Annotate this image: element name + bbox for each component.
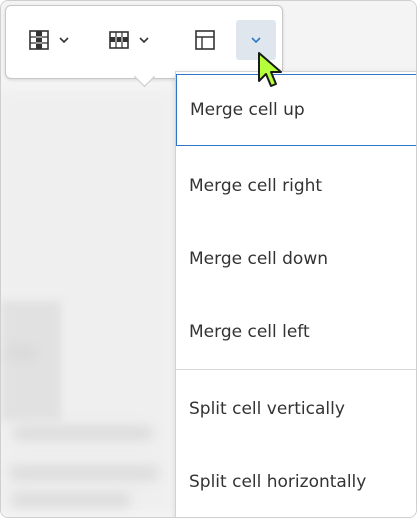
blurred-text-line [7,346,37,360]
chevron-down-icon [251,37,261,44]
menu-item-label: Split cell vertically [189,399,345,419]
menu-item-label: Merge cell up [190,100,305,120]
table-row-icon [109,31,129,49]
menu-item-label: Merge cell down [189,249,328,269]
table-column-icon [29,30,49,50]
menu-item-merge-cell-right[interactable]: Merge cell right [176,150,416,222]
blurred-text-line [11,493,131,507]
menu-item-merge-cell-left[interactable]: Merge cell left [176,296,416,368]
merge-cells-icon [195,30,215,50]
menu-item-label: Split cell horizontally [189,472,367,492]
menu-item-merge-cell-up[interactable]: Merge cell up [176,74,416,146]
mouse-cursor-icon [258,52,282,87]
table-row-button[interactable] [98,20,160,60]
menu-item-label: Merge cell left [189,322,310,342]
merge-cells-menu: Merge cell up Merge cell right Merge cel… [175,71,416,517]
blurred-text-line [9,466,159,480]
chevron-down-icon [139,37,149,44]
chevron-down-icon [59,37,69,44]
menu-item-label: Merge cell right [189,176,323,196]
menu-item-split-cell-horizontally[interactable]: Split cell horizontally [176,446,416,517]
merge-cells-button[interactable] [176,20,234,60]
menu-item-merge-cell-down[interactable]: Merge cell down [176,223,416,295]
menu-separator [176,369,416,370]
editor-frame: Merge cell up Merge cell right Merge cel… [0,0,417,518]
blurred-text-line [13,426,153,440]
menu-item-split-cell-vertically[interactable]: Split cell vertically [176,373,416,445]
table-column-button[interactable] [18,20,80,60]
blurred-cell [1,301,61,421]
